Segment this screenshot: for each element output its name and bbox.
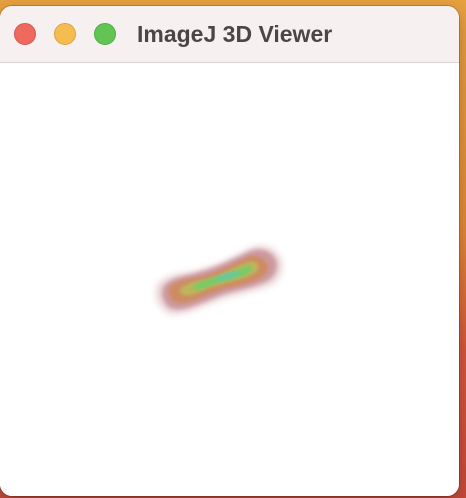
3d-viewer-canvas[interactable] xyxy=(0,63,459,496)
zoom-button[interactable] xyxy=(94,23,116,45)
imagej-3d-viewer-window: ImageJ 3D Viewer xyxy=(0,6,459,496)
close-button[interactable] xyxy=(14,23,36,45)
window-titlebar[interactable]: ImageJ 3D Viewer xyxy=(0,6,459,63)
volume-rendering[interactable] xyxy=(145,241,290,321)
window-title: ImageJ 3D Viewer xyxy=(137,21,333,47)
minimize-button[interactable] xyxy=(54,23,76,45)
